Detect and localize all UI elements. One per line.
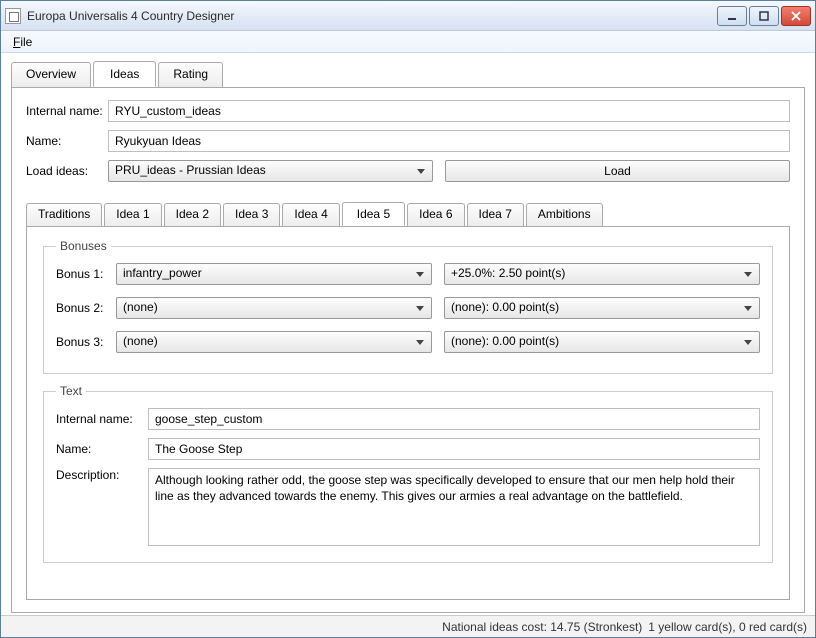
tab-idea-7[interactable]: Idea 7 (467, 203, 524, 227)
bonus-1-label: Bonus 1: (56, 267, 116, 281)
main-tabs: Overview Ideas Rating (11, 61, 805, 87)
statusbar: National ideas cost: 14.75 (Stronkest) 1… (1, 615, 815, 637)
titlebar[interactable]: Europa Universalis 4 Country Designer (1, 1, 815, 31)
idea-name-input[interactable] (148, 438, 760, 460)
menu-file[interactable]: File (7, 33, 38, 51)
tab-idea-4[interactable]: Idea 4 (282, 203, 339, 227)
tab-traditions[interactable]: Traditions (26, 203, 102, 227)
idea-slot-tabs: Traditions Idea 1 Idea 2 Idea 3 Idea 4 I… (26, 202, 790, 226)
name-label: Name: (26, 134, 108, 148)
bonus-1-value-select[interactable]: +25.0%: 2.50 point(s) (444, 263, 760, 285)
status-cost: National ideas cost: 14.75 (Stronkest) (442, 620, 642, 634)
name-input[interactable] (108, 130, 790, 152)
tab-rating[interactable]: Rating (158, 62, 223, 88)
bonuses-legend: Bonuses (56, 239, 111, 253)
idea-slot-panel: Bonuses Bonus 1: infantry_power +25.0%: … (26, 226, 790, 600)
app-window: Europa Universalis 4 Country Designer Fi… (0, 0, 816, 638)
bonus-2-label: Bonus 2: (56, 301, 116, 315)
tab-idea-5[interactable]: Idea 5 (342, 202, 405, 226)
idea-internal-name-input[interactable] (148, 408, 760, 430)
tab-idea-2[interactable]: Idea 2 (164, 203, 221, 227)
load-button[interactable]: Load (445, 160, 790, 182)
bonuses-fieldset: Bonuses Bonus 1: infantry_power +25.0%: … (43, 239, 773, 374)
tab-idea-3[interactable]: Idea 3 (223, 203, 280, 227)
content-area: Overview Ideas Rating Internal name: Nam… (1, 53, 815, 615)
bonus-2-value-select[interactable]: (none): 0.00 point(s) (444, 297, 760, 319)
text-fieldset: Text Internal name: Name: Description: (43, 384, 773, 563)
tab-ambitions[interactable]: Ambitions (526, 203, 603, 227)
app-icon (5, 8, 21, 24)
ideas-panel: Internal name: Name: Load ideas: PRU_ide… (11, 87, 805, 613)
minimize-button[interactable] (717, 6, 747, 26)
bonus-2-type-select[interactable]: (none) (116, 297, 432, 319)
bonus-3-type-select[interactable]: (none) (116, 331, 432, 353)
maximize-button[interactable] (749, 6, 779, 26)
bonus-3-value-select[interactable]: (none): 0.00 point(s) (444, 331, 760, 353)
tab-idea-1[interactable]: Idea 1 (104, 203, 161, 227)
window-controls (717, 6, 811, 26)
idea-name-label: Name: (56, 442, 148, 456)
status-cards: 1 yellow card(s), 0 red card(s) (648, 620, 807, 634)
tab-overview[interactable]: Overview (11, 62, 91, 88)
idea-internal-name-label: Internal name: (56, 412, 148, 426)
bonus-3-label: Bonus 3: (56, 335, 116, 349)
load-ideas-select[interactable]: PRU_ideas - Prussian Ideas (108, 160, 433, 182)
close-button[interactable] (781, 6, 811, 26)
idea-desc-label: Description: (56, 468, 148, 482)
tab-idea-6[interactable]: Idea 6 (407, 203, 464, 227)
window-title: Europa Universalis 4 Country Designer (27, 9, 717, 23)
idea-desc-textarea[interactable] (148, 468, 760, 546)
tab-ideas[interactable]: Ideas (93, 61, 156, 87)
load-ideas-label: Load ideas: (26, 164, 108, 178)
text-legend: Text (56, 384, 86, 398)
internal-name-input[interactable] (108, 100, 790, 122)
bonus-1-type-select[interactable]: infantry_power (116, 263, 432, 285)
menubar: File (1, 31, 815, 53)
internal-name-label: Internal name: (26, 104, 108, 118)
